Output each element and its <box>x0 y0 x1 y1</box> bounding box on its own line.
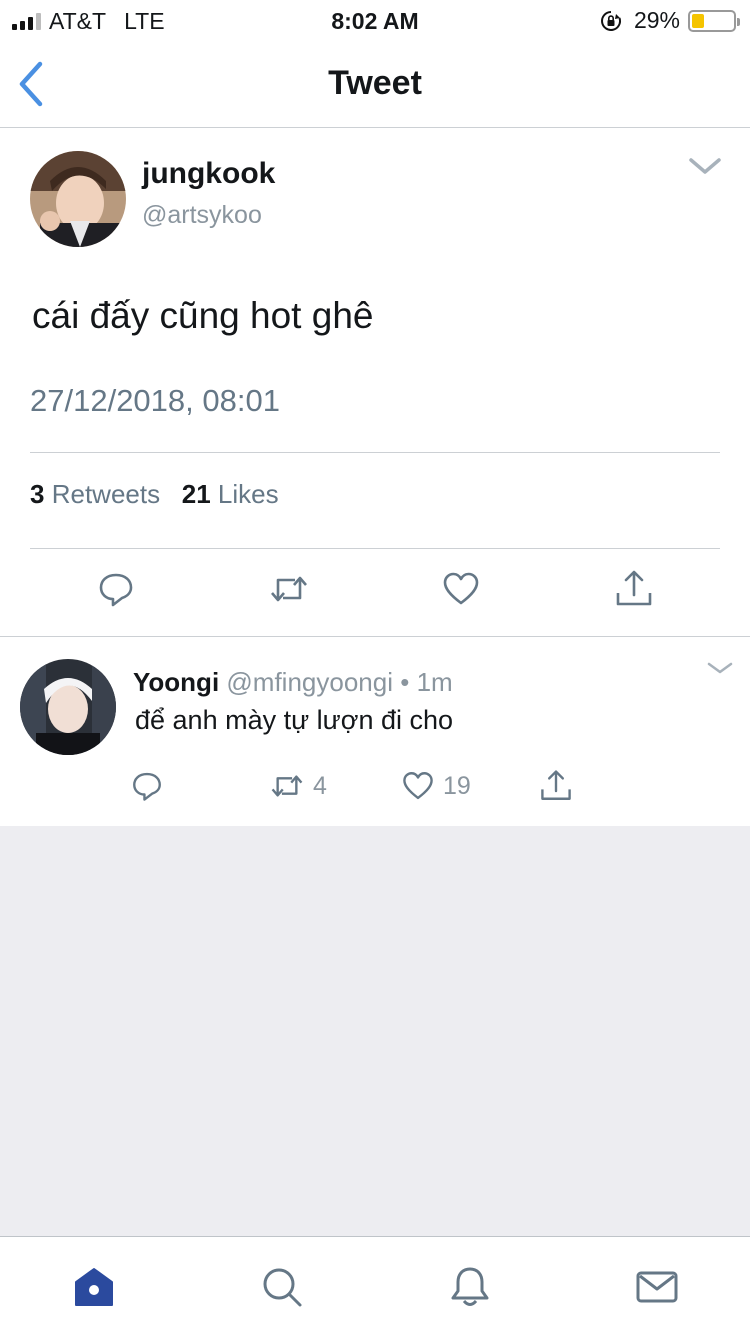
author-handle[interactable]: @artsykoo <box>142 201 262 230</box>
reply-share-button[interactable] <box>538 769 582 803</box>
notifications-bell-icon[interactable] <box>448 1265 492 1309</box>
reply-retweet-count: 4 <box>313 771 327 800</box>
battery-tip <box>737 17 740 26</box>
avatar-image <box>30 151 126 247</box>
avatar-image <box>20 659 116 755</box>
page-title: Tweet <box>328 64 422 102</box>
share-icon[interactable] <box>614 569 654 609</box>
retweet-icon[interactable] <box>269 569 309 609</box>
reply-retweet-button[interactable]: 4 <box>269 769 327 803</box>
retweets-stat[interactable]: 3 Retweets <box>30 479 160 509</box>
like-heart-icon <box>403 772 433 800</box>
retweet-count: 3 <box>30 479 45 509</box>
reply-icon[interactable] <box>96 569 136 609</box>
tweet-action-bar <box>0 569 750 619</box>
reply-author-handle[interactable]: @mfingyoongi <box>226 667 393 697</box>
like-count: 21 <box>181 479 211 509</box>
like-label: Likes <box>217 479 279 509</box>
author-name[interactable]: jungkook <box>142 157 275 191</box>
home-icon[interactable] <box>72 1265 116 1309</box>
status-bar: AT&T LTE 8:02 AM 29% <box>0 0 750 40</box>
tweet-timestamp: 27/12/2018, 08:01 <box>30 383 280 418</box>
like-heart-icon[interactable] <box>441 569 481 609</box>
battery-percent: 29% <box>633 7 680 33</box>
reply-text: để anh mày tự lượn đi cho <box>135 705 454 735</box>
search-icon[interactable] <box>260 1265 304 1309</box>
reply-like-button[interactable]: 19 <box>401 769 471 803</box>
tweet-stats: 3 Retweets 21 Likes <box>30 479 279 510</box>
reply-time: 1m <box>416 667 453 697</box>
reply-reply-button[interactable] <box>130 769 172 803</box>
reply-header: Yoongi @mfingyoongi • 1m <box>133 667 453 698</box>
main-tweet: jungkook @artsykoo cái đấy cũng hot ghê … <box>0 129 750 636</box>
reply-like-count: 19 <box>443 771 471 800</box>
reply-tweet[interactable]: Yoongi @mfingyoongi • 1m để anh mày tự l… <box>0 636 750 826</box>
retweet-icon <box>271 775 303 797</box>
avatar[interactable] <box>30 151 126 247</box>
chevron-down-icon[interactable] <box>706 659 734 677</box>
nav-bar: Tweet <box>0 40 750 128</box>
divider <box>30 548 720 549</box>
share-icon <box>541 770 571 800</box>
reply-icon <box>133 772 161 801</box>
empty-area <box>0 826 750 1236</box>
tweet-text: cái đấy cũng hot ghê <box>32 295 374 336</box>
tab-bar <box>0 1236 750 1334</box>
chevron-down-icon[interactable] <box>688 155 722 177</box>
messages-envelope-icon[interactable] <box>635 1265 679 1309</box>
status-right: 29% <box>600 7 740 34</box>
battery-fill <box>692 13 704 28</box>
reply-author-name[interactable]: Yoongi <box>133 667 219 697</box>
likes-stat[interactable]: 21 Likes <box>182 479 279 509</box>
rotation-lock-icon <box>600 10 621 31</box>
reply-separator: • <box>400 667 410 697</box>
avatar[interactable] <box>20 659 116 755</box>
battery-icon <box>688 9 740 32</box>
divider <box>30 452 720 453</box>
retweet-label: Retweets <box>51 479 161 509</box>
